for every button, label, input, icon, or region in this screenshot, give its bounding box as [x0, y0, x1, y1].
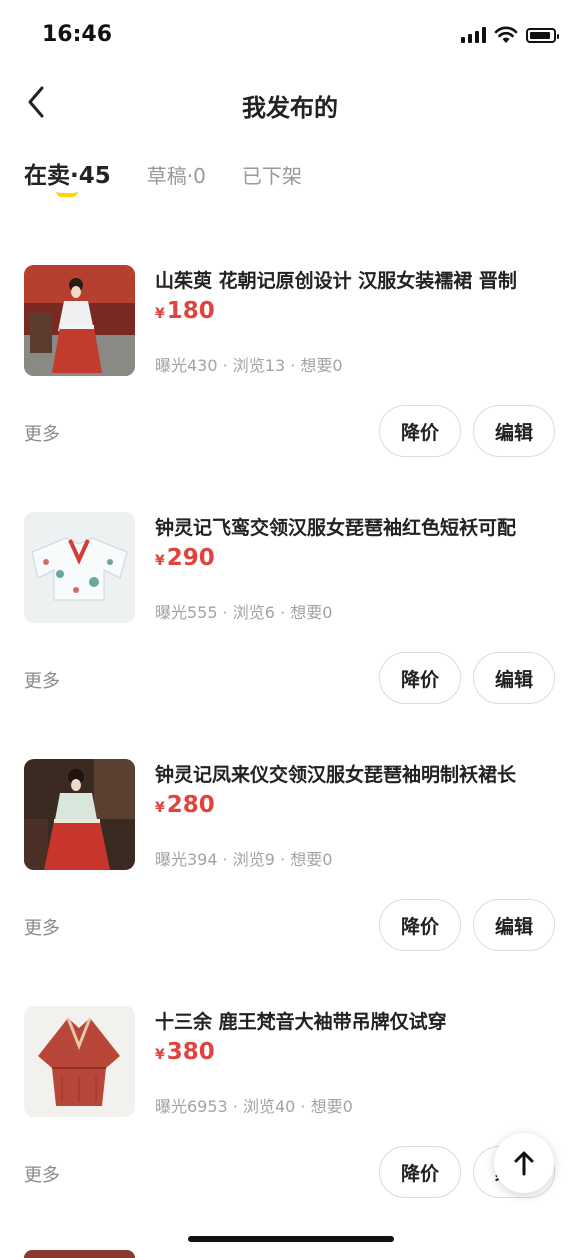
- more-button[interactable]: 更多: [24, 420, 60, 446]
- product-price: ¥180: [155, 298, 215, 324]
- status-bar: 16:46: [0, 0, 580, 70]
- edit-button[interactable]: 编辑: [473, 899, 555, 951]
- more-button[interactable]: 更多: [24, 914, 60, 940]
- product-title[interactable]: 十三余 鹿王梵音大袖带吊牌仅试穿: [155, 1007, 560, 1034]
- product-stats: 曝光6953 · 浏览40 · 想要0: [155, 1097, 353, 1116]
- product-title[interactable]: 钟灵记飞鸾交领汉服女琵琶袖红色短袄可配: [155, 513, 560, 540]
- price-cut-button[interactable]: 降价: [379, 899, 461, 951]
- product-price: ¥290: [155, 545, 215, 571]
- tab-drafts[interactable]: 草稿·0: [147, 160, 206, 189]
- list-item[interactable]: 钟灵记凤来仪交领汉服女琵琶袖明制袄裙长 ¥280 曝光394 · 浏览9 · 想…: [0, 756, 580, 1003]
- scroll-to-top-button[interactable]: [494, 1133, 554, 1193]
- currency-symbol: ¥: [155, 1047, 165, 1063]
- status-time: 16:46: [42, 22, 113, 47]
- status-icons: [461, 26, 559, 44]
- battery-icon: [526, 27, 559, 43]
- price-value: 180: [166, 298, 215, 324]
- active-tab-indicator: [56, 191, 78, 197]
- currency-symbol: ¥: [155, 553, 165, 569]
- list-item[interactable]: 钟灵记飞鸾交领汉服女琵琶袖红色短袄可配 ¥290 曝光555 · 浏览6 · 想…: [0, 509, 580, 756]
- page-title: 我发布的: [242, 94, 338, 122]
- product-price: ¥280: [155, 792, 215, 818]
- product-stats: 曝光555 · 浏览6 · 想要0: [155, 603, 333, 622]
- home-indicator[interactable]: [188, 1236, 394, 1242]
- product-price: ¥380: [155, 1039, 215, 1065]
- price-cut-button[interactable]: 降价: [379, 652, 461, 704]
- tab-bar: 在卖·45 草稿·0 已下架: [24, 156, 302, 190]
- product-thumbnail[interactable]: [24, 759, 135, 870]
- listing-list: 山茱萸 花朝记原创设计 汉服女装襦裙 晋制 ¥180 曝光430 · 浏览13 …: [0, 262, 580, 1250]
- product-thumbnail[interactable]: [24, 265, 135, 376]
- more-button[interactable]: 更多: [24, 1161, 60, 1187]
- price-cut-button[interactable]: 降价: [379, 405, 461, 457]
- product-stats: 曝光430 · 浏览13 · 想要0: [155, 356, 343, 375]
- arrow-up-icon: [514, 1151, 534, 1176]
- more-button[interactable]: 更多: [24, 667, 60, 693]
- list-item[interactable]: 十三余 鹿王梵音大袖带吊牌仅试穿 ¥380 曝光6953 · 浏览40 · 想要…: [0, 1003, 580, 1250]
- edit-button[interactable]: 编辑: [473, 652, 555, 704]
- list-item[interactable]: 山茱萸 花朝记原创设计 汉服女装襦裙 晋制 ¥180 曝光430 · 浏览13 …: [0, 262, 580, 509]
- wifi-icon: [494, 26, 518, 43]
- price-value: 380: [166, 1039, 215, 1065]
- price-value: 280: [166, 792, 215, 818]
- signal-icon: [461, 27, 486, 43]
- price-cut-button[interactable]: 降价: [379, 1146, 461, 1198]
- currency-symbol: ¥: [155, 800, 165, 816]
- product-title[interactable]: 钟灵记凤来仪交领汉服女琵琶袖明制袄裙长: [155, 760, 560, 787]
- product-thumbnail[interactable]: [24, 1006, 135, 1117]
- price-value: 290: [166, 545, 215, 571]
- product-title[interactable]: 山茱萸 花朝记原创设计 汉服女装襦裙 晋制: [155, 266, 560, 293]
- tab-on-sale[interactable]: 在卖·45: [24, 156, 111, 190]
- tab-removed[interactable]: 已下架: [242, 160, 302, 189]
- next-item-thumbnail-peek: [24, 1250, 135, 1258]
- nav-bar: 我发布的: [0, 70, 580, 136]
- edit-button[interactable]: 编辑: [473, 405, 555, 457]
- product-thumbnail[interactable]: [24, 512, 135, 623]
- currency-symbol: ¥: [155, 306, 165, 322]
- product-stats: 曝光394 · 浏览9 · 想要0: [155, 850, 333, 869]
